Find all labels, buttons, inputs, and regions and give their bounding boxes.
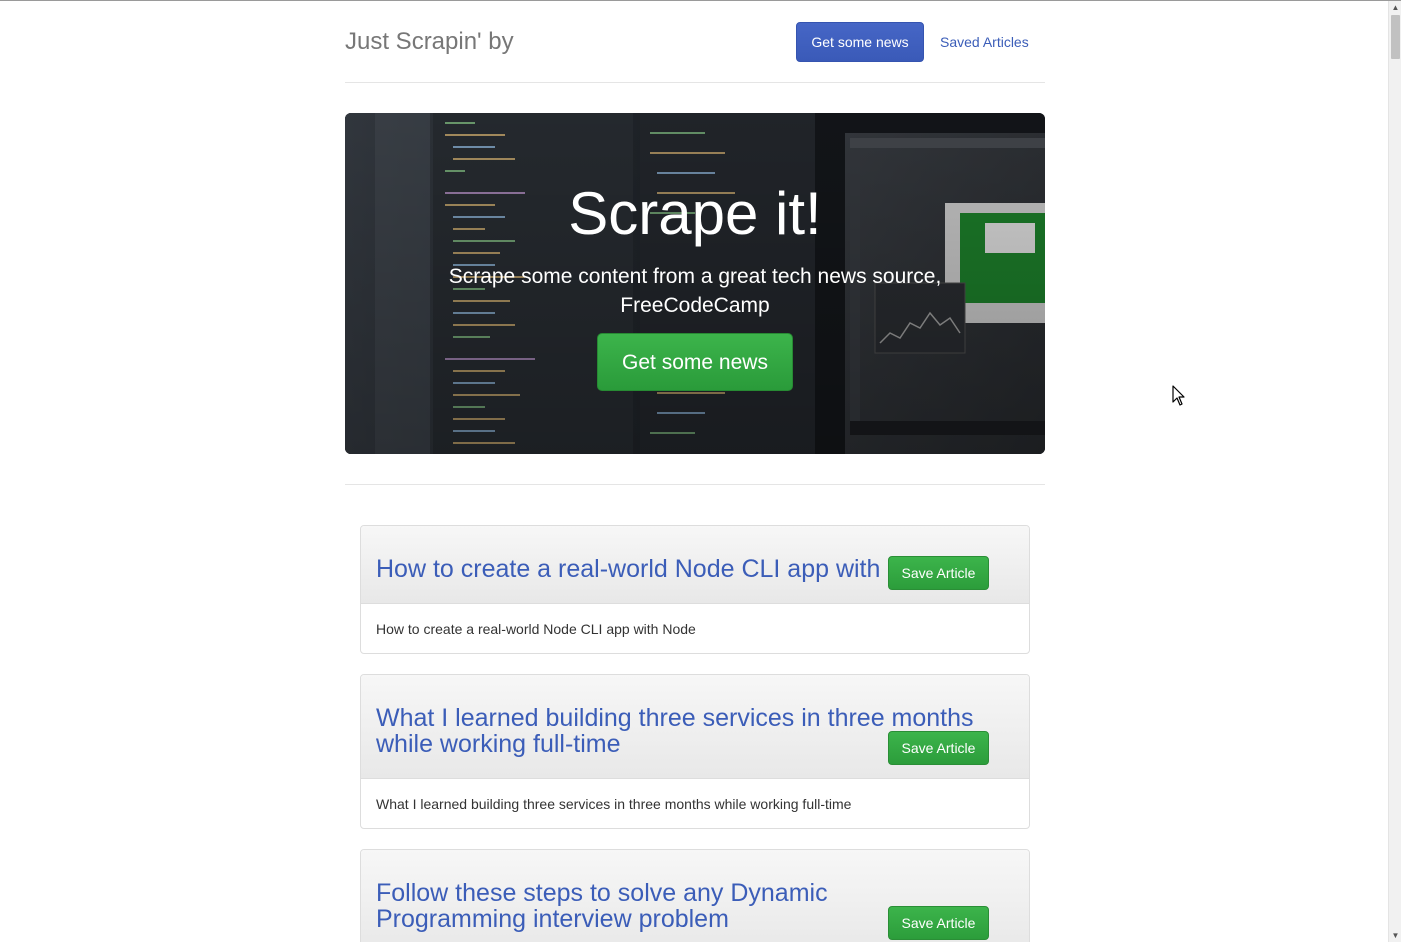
save-article-button[interactable]: Save Article bbox=[888, 731, 989, 765]
save-article-button[interactable]: Save Article bbox=[888, 556, 989, 590]
article-card: Follow these steps to solve any Dynamic … bbox=[360, 849, 1030, 942]
saved-articles-link[interactable]: Saved Articles bbox=[940, 22, 1029, 62]
article-title-link[interactable]: How to create a real-world Node CLI app … bbox=[376, 556, 888, 582]
hero-divider bbox=[345, 484, 1045, 485]
site-brand[interactable]: Just Scrapin' by bbox=[345, 28, 514, 56]
get-news-nav-button[interactable]: Get some news bbox=[796, 22, 924, 62]
article-card: How to create a real-world Node CLI app … bbox=[360, 525, 1030, 654]
header-divider bbox=[345, 82, 1045, 83]
pointer-cursor-icon bbox=[1172, 385, 1185, 406]
article-card: What I learned building three services i… bbox=[360, 674, 1030, 829]
scroll-down-arrow-icon[interactable]: ▼ bbox=[1390, 930, 1401, 942]
article-summary: How to create a real-world Node CLI app … bbox=[376, 621, 696, 637]
article-card-header: Follow these steps to solve any Dynamic … bbox=[361, 850, 1029, 942]
hero-get-news-button[interactable]: Get some news bbox=[597, 333, 793, 391]
article-title-link[interactable]: Follow these steps to solve any Dynamic … bbox=[376, 880, 976, 932]
article-summary: What I learned building three services i… bbox=[376, 796, 852, 812]
article-card-header: How to create a real-world Node CLI app … bbox=[361, 526, 1029, 604]
page: Just Scrapin' by Get some news Saved Art… bbox=[0, 1, 1388, 942]
scrollbar-thumb[interactable] bbox=[1391, 15, 1400, 59]
hero-title: Scrape it! bbox=[568, 180, 822, 247]
save-article-button[interactable]: Save Article bbox=[888, 906, 989, 940]
hero-jumbotron: Scrape it! Scrape some content from a gr… bbox=[345, 113, 1045, 454]
article-card-header: What I learned building three services i… bbox=[361, 675, 1029, 779]
hero-subtitle: Scrape some content from a great tech ne… bbox=[448, 265, 942, 317]
scroll-up-arrow-icon[interactable]: ▲ bbox=[1390, 2, 1401, 14]
vertical-scrollbar[interactable]: ▲ ▼ bbox=[1388, 1, 1401, 942]
